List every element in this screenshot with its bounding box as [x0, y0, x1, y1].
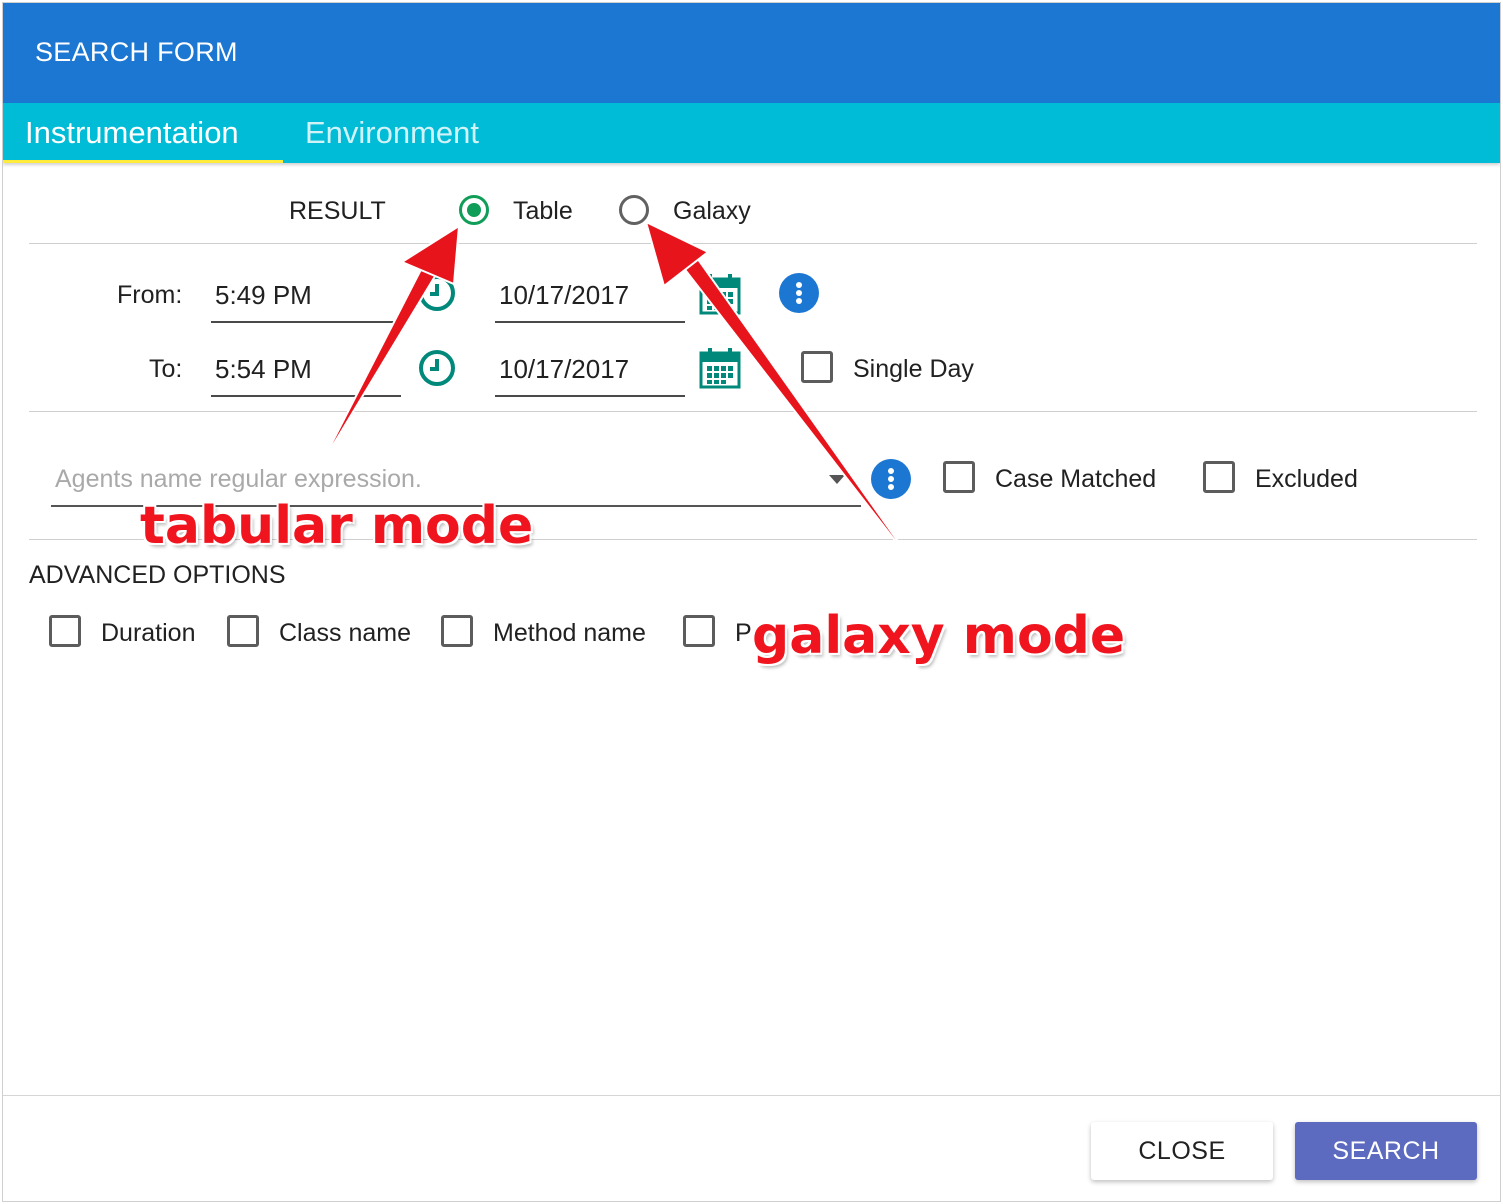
duration-label[interactable]: Duration	[101, 619, 196, 648]
close-button[interactable]: CLOSE	[1091, 1122, 1273, 1180]
p-option-checkbox[interactable]	[683, 615, 715, 647]
case-matched-label[interactable]: Case Matched	[995, 465, 1156, 494]
method-name-checkbox[interactable]	[441, 615, 473, 647]
dropdown-arrow-icon[interactable]	[827, 473, 847, 485]
to-time-value: 5:54 PM	[215, 354, 312, 384]
search-button[interactable]: SEARCH	[1295, 1122, 1477, 1180]
radio-galaxy-label[interactable]: Galaxy	[673, 197, 751, 226]
method-name-label[interactable]: Method name	[493, 619, 646, 648]
from-time-input[interactable]: 5:49 PM	[211, 273, 401, 323]
annotation-galaxy-mode: galaxy mode	[752, 606, 1126, 666]
single-day-checkbox[interactable]	[801, 351, 833, 383]
tab-environment[interactable]: Environment	[283, 103, 513, 163]
radio-table-label[interactable]: Table	[513, 197, 573, 226]
advanced-options-title: ADVANCED OPTIONS	[29, 561, 286, 589]
divider	[29, 411, 1477, 412]
calendar-icon[interactable]	[699, 347, 741, 389]
annotation-tabular-mode: tabular mode	[140, 496, 534, 556]
active-tab-indicator	[3, 160, 283, 163]
search-form-dialog: SEARCH FORM Instrumentation Environment …	[2, 2, 1501, 1202]
from-date-input[interactable]: 10/17/2017	[495, 273, 685, 323]
class-name-checkbox[interactable]	[227, 615, 259, 647]
clock-icon[interactable]	[417, 348, 457, 388]
from-date-value: 10/17/2017	[499, 280, 630, 310]
tab-instrumentation[interactable]: Instrumentation	[3, 103, 283, 163]
to-date-value: 10/17/2017	[499, 354, 630, 384]
info-icon[interactable]	[779, 273, 819, 313]
to-date-input[interactable]: 10/17/2017	[495, 347, 685, 397]
agents-regex-placeholder: Agents name regular expression.	[55, 465, 422, 493]
clock-icon[interactable]	[417, 273, 457, 313]
calendar-icon[interactable]	[699, 273, 741, 315]
p-option-label[interactable]: P	[735, 619, 752, 648]
to-time-input[interactable]: 5:54 PM	[211, 347, 401, 397]
to-label: To:	[149, 355, 183, 383]
excluded-label[interactable]: Excluded	[1255, 465, 1358, 494]
dialog-titlebar: SEARCH FORM	[3, 3, 1500, 103]
from-time-value: 5:49 PM	[215, 280, 312, 310]
tab-bar: Instrumentation Environment	[3, 103, 1500, 163]
radio-table[interactable]	[459, 195, 489, 225]
dialog-title: SEARCH FORM	[35, 37, 238, 67]
case-matched-checkbox[interactable]	[943, 461, 975, 493]
footer-divider	[3, 1095, 1500, 1096]
result-label: RESULT	[289, 197, 386, 225]
duration-checkbox[interactable]	[49, 615, 81, 647]
tab-environment-label: Environment	[305, 115, 480, 150]
class-name-label[interactable]: Class name	[279, 619, 411, 648]
radio-galaxy[interactable]	[619, 195, 649, 225]
tab-instrumentation-label: Instrumentation	[25, 115, 239, 150]
single-day-label[interactable]: Single Day	[853, 355, 974, 384]
excluded-checkbox[interactable]	[1203, 461, 1235, 493]
divider	[29, 243, 1477, 244]
from-label: From:	[117, 281, 183, 309]
info-icon[interactable]	[871, 459, 911, 499]
